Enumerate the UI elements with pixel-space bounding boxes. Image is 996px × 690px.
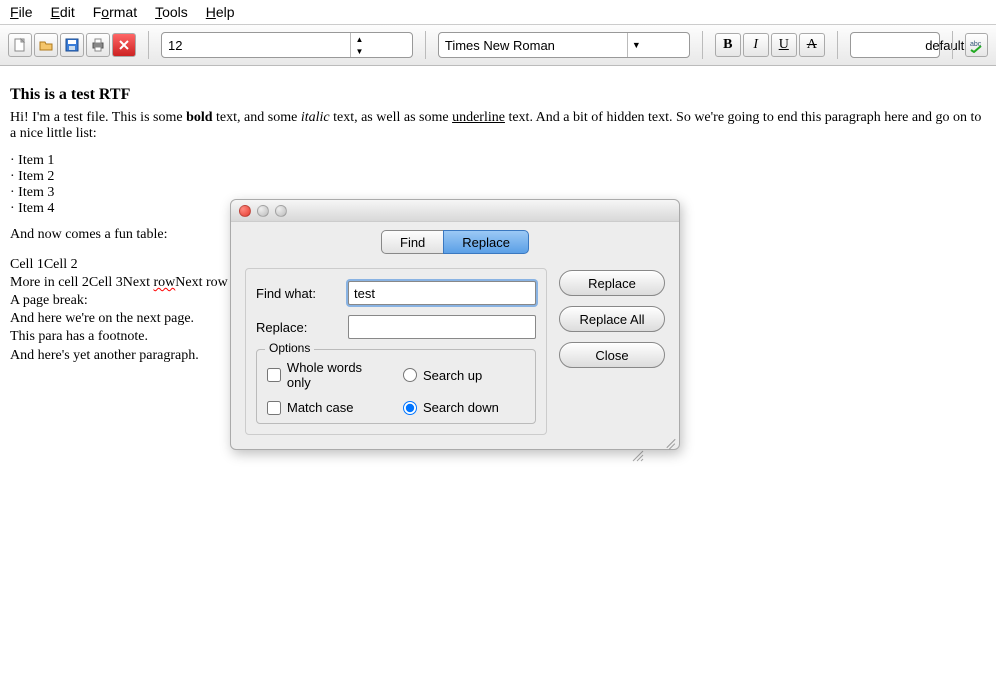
menu-tools[interactable]: Tools	[155, 4, 188, 20]
list-item: Item 2	[10, 169, 986, 185]
window-close-icon[interactable]	[239, 205, 251, 217]
menu-help[interactable]: Help	[206, 4, 235, 20]
dialog-titlebar[interactable]	[231, 200, 679, 222]
font-size-input[interactable]	[162, 33, 350, 57]
find-what-label: Find what:	[256, 286, 338, 301]
options-legend: Options	[265, 341, 314, 355]
dialog-resize-grip[interactable]	[665, 435, 677, 447]
doc-intro: Hi! I'm a test file. This is some bold t…	[10, 110, 986, 142]
bold-button[interactable]: B	[715, 33, 741, 57]
toolbar: ▲▼ ▼ B I U A ▲▼ abc	[0, 24, 996, 66]
options-fieldset: Options Whole words only Search up Match…	[256, 349, 536, 424]
italic-button[interactable]: I	[743, 33, 769, 57]
underline-button[interactable]: U	[771, 33, 797, 57]
replace-input[interactable]	[348, 315, 536, 339]
close-button[interactable]: Close	[559, 342, 665, 368]
strike-button[interactable]: A	[799, 33, 825, 57]
window-zoom-icon[interactable]	[275, 205, 287, 217]
whole-words-option[interactable]: Whole words only	[267, 360, 389, 390]
search-up-option[interactable]: Search up	[403, 360, 525, 390]
find-what-input[interactable]	[348, 281, 536, 305]
find-replace-dialog: Find Replace Find what: Replace: Options…	[230, 199, 680, 450]
new-doc-button[interactable]	[8, 33, 32, 57]
whole-words-checkbox[interactable]	[267, 368, 281, 382]
font-name-dropdown-icon[interactable]: ▼	[627, 33, 645, 57]
menubar: File Edit Format Tools Help	[0, 0, 996, 24]
spellcheck-button[interactable]: abc	[965, 33, 988, 57]
font-name-combo[interactable]: ▼	[438, 32, 690, 58]
window-minimize-icon[interactable]	[257, 205, 269, 217]
style-combo[interactable]: ▲▼	[850, 32, 940, 58]
textarea-resize-grip[interactable]	[630, 448, 644, 462]
search-down-option[interactable]: Search down	[403, 400, 525, 415]
dialog-tabs: Find Replace	[231, 222, 679, 254]
open-button[interactable]	[34, 33, 58, 57]
tab-replace[interactable]: Replace	[443, 230, 529, 254]
save-button[interactable]	[60, 33, 84, 57]
menu-format[interactable]: Format	[93, 4, 137, 20]
replace-all-button[interactable]: Replace All	[559, 306, 665, 332]
close-doc-button[interactable]	[112, 33, 136, 57]
tab-find[interactable]: Find	[381, 230, 443, 254]
font-name-input[interactable]	[439, 33, 627, 57]
font-size-combo[interactable]: ▲▼	[161, 32, 413, 58]
match-case-option[interactable]: Match case	[267, 400, 389, 415]
print-button[interactable]	[86, 33, 110, 57]
replace-label: Replace:	[256, 320, 338, 335]
search-up-radio[interactable]	[403, 368, 417, 382]
match-case-checkbox[interactable]	[267, 401, 281, 415]
list-item: Item 1	[10, 153, 986, 169]
replace-button[interactable]: Replace	[559, 270, 665, 296]
search-down-radio[interactable]	[403, 401, 417, 415]
menu-file[interactable]: File	[10, 4, 33, 20]
menu-edit[interactable]: Edit	[51, 4, 75, 20]
font-size-stepper[interactable]: ▲▼	[350, 33, 368, 57]
doc-title: This is a test RTF	[10, 86, 986, 104]
